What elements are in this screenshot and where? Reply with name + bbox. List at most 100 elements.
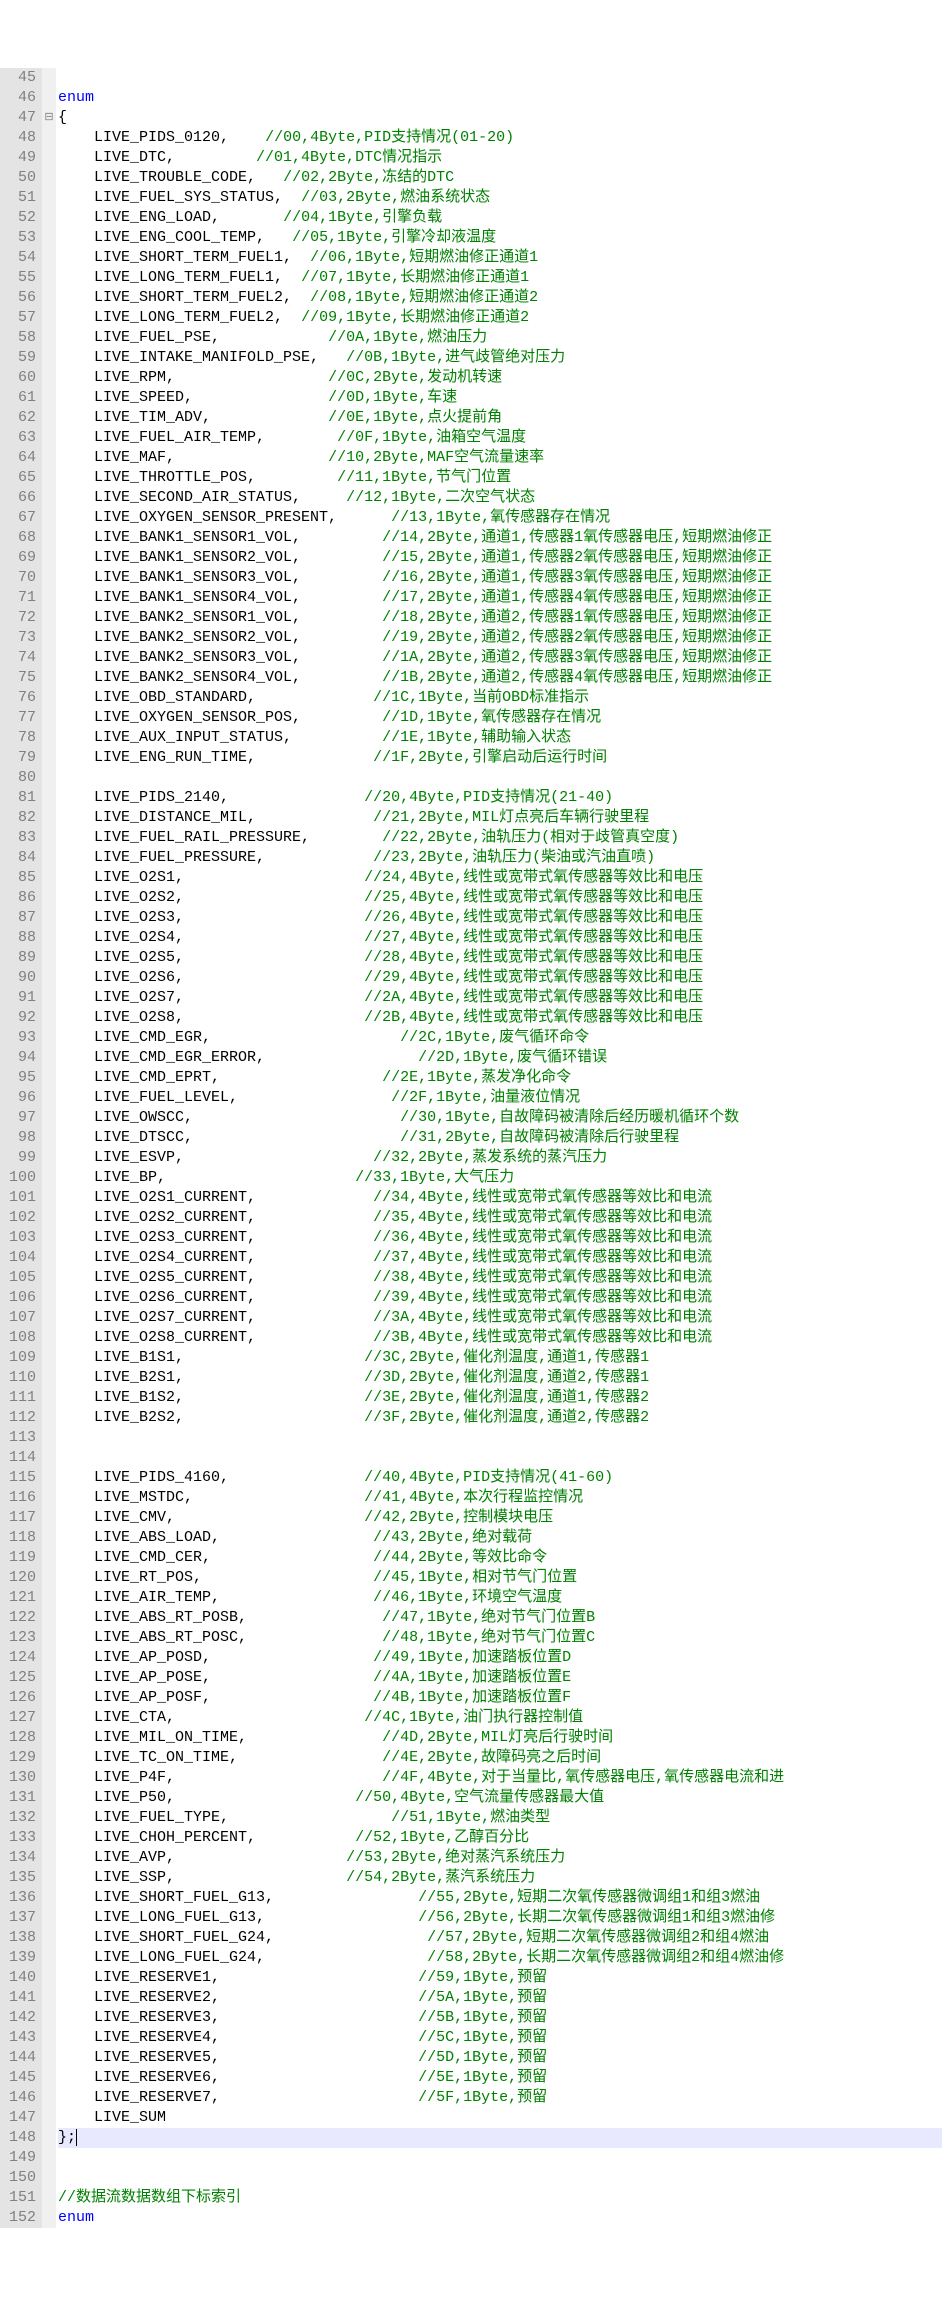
code-line[interactable]: LIVE_FUEL_PSE, //0A,1Byte,燃油压力	[58, 328, 942, 348]
code-line[interactable]: LIVE_MIL_ON_TIME, //4D,2Byte,MIL灯亮后行驶时间	[58, 1728, 942, 1748]
code-line[interactable]: LIVE_DTC, //01,4Byte,DTC情况指示	[58, 148, 942, 168]
code-line[interactable]: LIVE_BANK1_SENSOR3_VOL, //16,2Byte,通道1,传…	[58, 568, 942, 588]
code-line[interactable]: {	[58, 108, 942, 128]
code-line[interactable]: LIVE_FUEL_LEVEL, //2F,1Byte,油量液位情况	[58, 1088, 942, 1108]
code-line[interactable]	[58, 1428, 942, 1448]
code-line[interactable]: LIVE_SHORT_FUEL_G24, //57,2Byte,短期二次氧传感器…	[58, 1928, 942, 1948]
code-line[interactable]: LIVE_CMD_EPRT, //2E,1Byte,蒸发净化命令	[58, 1068, 942, 1088]
code-line[interactable]: LIVE_CMD_EGR_ERROR, //2D,1Byte,废气循环错误	[58, 1048, 942, 1068]
code-line[interactable]: LIVE_TC_ON_TIME, //4E,2Byte,故障码亮之后时间	[58, 1748, 942, 1768]
code-line[interactable]: LIVE_RESERVE2, //5A,1Byte,预留	[58, 1988, 942, 2008]
code-line[interactable]: LIVE_AUX_INPUT_STATUS, //1E,1Byte,辅助输入状态	[58, 728, 942, 748]
code-line[interactable]	[58, 2168, 942, 2188]
code-line[interactable]: LIVE_O2S8_CURRENT, //3B,4Byte,线性或宽带式氧传感器…	[58, 1328, 942, 1348]
code-line[interactable]: LIVE_PIDS_2140, //20,4Byte,PID支持情况(21-40…	[58, 788, 942, 808]
code-line[interactable]: LIVE_OWSCC, //30,1Byte,自故障码被清除后经历暖机循环个数	[58, 1108, 942, 1128]
code-line[interactable]: LIVE_B1S2, //3E,2Byte,催化剂温度,通道1,传感器2	[58, 1388, 942, 1408]
code-line[interactable]: LIVE_OBD_STANDARD, //1C,1Byte,当前OBD标准指示	[58, 688, 942, 708]
code-line[interactable]: LIVE_PIDS_4160, //40,4Byte,PID支持情况(41-60…	[58, 1468, 942, 1488]
code-line[interactable]: LIVE_B2S2, //3F,2Byte,催化剂温度,通道2,传感器2	[58, 1408, 942, 1428]
code-line[interactable]: LIVE_B1S1, //3C,2Byte,催化剂温度,通道1,传感器1	[58, 1348, 942, 1368]
code-line[interactable]: LIVE_SECOND_AIR_STATUS, //12,1Byte,二次空气状…	[58, 488, 942, 508]
code-line[interactable]: LIVE_O2S6, //29,4Byte,线性或宽带式氧传感器等效比和电压	[58, 968, 942, 988]
code-line[interactable]: LIVE_O2S7, //2A,4Byte,线性或宽带式氧传感器等效比和电压	[58, 988, 942, 1008]
code-line[interactable]: LIVE_O2S4_CURRENT, //37,4Byte,线性或宽带式氧传感器…	[58, 1248, 942, 1268]
code-line[interactable]: LIVE_RESERVE4, //5C,1Byte,预留	[58, 2028, 942, 2048]
code-line[interactable]: LIVE_SHORT_TERM_FUEL2, //08,1Byte,短期燃油修正…	[58, 288, 942, 308]
code-line[interactable]: LIVE_SPEED, //0D,1Byte,车速	[58, 388, 942, 408]
code-line[interactable]: LIVE_CHOH_PERCENT, //52,1Byte,乙醇百分比	[58, 1828, 942, 1848]
code-line[interactable]: LIVE_SSP, //54,2Byte,蒸汽系统压力	[58, 1868, 942, 1888]
code-line[interactable]: LIVE_LONG_FUEL_G13, //56,2Byte,长期二次氧传感器微…	[58, 1908, 942, 1928]
code-line[interactable]: LIVE_AIR_TEMP, //46,1Byte,环境空气温度	[58, 1588, 942, 1608]
code-line[interactable]: LIVE_AP_POSF, //4B,1Byte,加速踏板位置F	[58, 1688, 942, 1708]
code-line[interactable]: LIVE_O2S4, //27,4Byte,线性或宽带式氧传感器等效比和电压	[58, 928, 942, 948]
code-line[interactable]: LIVE_TROUBLE_CODE, //02,2Byte,冻结的DTC	[58, 168, 942, 188]
code-line[interactable]: LIVE_O2S8, //2B,4Byte,线性或宽带式氧传感器等效比和电压	[58, 1008, 942, 1028]
code-line[interactable]: LIVE_BANK2_SENSOR1_VOL, //18,2Byte,通道2,传…	[58, 608, 942, 628]
code-line[interactable]: LIVE_TIM_ADV, //0E,1Byte,点火提前角	[58, 408, 942, 428]
code-line[interactable]: LIVE_O2S2_CURRENT, //35,4Byte,线性或宽带式氧传感器…	[58, 1208, 942, 1228]
code-line[interactable]: LIVE_P50, //50,4Byte,空气流量传感器最大值	[58, 1788, 942, 1808]
code-line[interactable]: LIVE_AP_POSE, //4A,1Byte,加速踏板位置E	[58, 1668, 942, 1688]
code-line[interactable]: LIVE_SHORT_FUEL_G13, //55,2Byte,短期二次氧传感器…	[58, 1888, 942, 1908]
code-line[interactable]: LIVE_AVP, //53,2Byte,绝对蒸汽系统压力	[58, 1848, 942, 1868]
code-line[interactable]: LIVE_FUEL_SYS_STATUS, //03,2Byte,燃油系统状态	[58, 188, 942, 208]
code-line[interactable]: LIVE_O2S5, //28,4Byte,线性或宽带式氧传感器等效比和电压	[58, 948, 942, 968]
code-editor[interactable]: 4546474849505152535455565758596061626364…	[0, 68, 942, 2228]
code-line[interactable]: enum	[58, 88, 942, 108]
code-line[interactable]: LIVE_FUEL_TYPE, //51,1Byte,燃油类型	[58, 1808, 942, 1828]
code-line[interactable]: LIVE_INTAKE_MANIFOLD_PSE, //0B,1Byte,进气歧…	[58, 348, 942, 368]
code-line[interactable]: LIVE_ENG_COOL_TEMP, //05,1Byte,引擎冷却液温度	[58, 228, 942, 248]
code-line[interactable]: LIVE_ENG_RUN_TIME, //1F,2Byte,引擎启动后运行时间	[58, 748, 942, 768]
code-line[interactable]: enum	[58, 2208, 942, 2228]
code-line[interactable]: LIVE_DTSCC, //31,2Byte,自故障码被清除后行驶里程	[58, 1128, 942, 1148]
code-line[interactable]: LIVE_RT_POS, //45,1Byte,相对节气门位置	[58, 1568, 942, 1588]
code-line[interactable]: LIVE_P4F, //4F,4Byte,对于当量比,氧传感器电压,氧传感器电流…	[58, 1768, 942, 1788]
code-line[interactable]: LIVE_ABS_RT_POSB, //47,1Byte,绝对节气门位置B	[58, 1608, 942, 1628]
code-line[interactable]: LIVE_BANK1_SENSOR1_VOL, //14,2Byte,通道1,传…	[58, 528, 942, 548]
code-line[interactable]: LIVE_FUEL_PRESSURE, //23,2Byte,油轨压力(柴油或汽…	[58, 848, 942, 868]
code-line[interactable]: LIVE_CMV, //42,2Byte,控制模块电压	[58, 1508, 942, 1528]
code-line[interactable]: LIVE_ENG_LOAD, //04,1Byte,引擎负载	[58, 208, 942, 228]
code-line[interactable]: LIVE_SUM	[58, 2108, 942, 2128]
code-line[interactable]: LIVE_O2S1, //24,4Byte,线性或宽带式氧传感器等效比和电压	[58, 868, 942, 888]
code-line[interactable]: LIVE_LONG_TERM_FUEL1, //07,1Byte,长期燃油修正通…	[58, 268, 942, 288]
code-line[interactable]: LIVE_LONG_TERM_FUEL2, //09,1Byte,长期燃油修正通…	[58, 308, 942, 328]
code-line[interactable]: LIVE_SHORT_TERM_FUEL1, //06,1Byte,短期燃油修正…	[58, 248, 942, 268]
code-line[interactable]: LIVE_BANK2_SENSOR4_VOL, //1B,2Byte,通道2,传…	[58, 668, 942, 688]
code-line[interactable]: LIVE_ABS_RT_POSC, //48,1Byte,绝对节气门位置C	[58, 1628, 942, 1648]
code-line[interactable]: LIVE_RESERVE6, //5E,1Byte,预留	[58, 2068, 942, 2088]
code-line[interactable]: LIVE_BP, //33,1Byte,大气压力	[58, 1168, 942, 1188]
code-line[interactable]: LIVE_BANK1_SENSOR4_VOL, //17,2Byte,通道1,传…	[58, 588, 942, 608]
code-line[interactable]: LIVE_RESERVE7, //5F,1Byte,预留	[58, 2088, 942, 2108]
code-line[interactable]: LIVE_BANK1_SENSOR2_VOL, //15,2Byte,通道1,传…	[58, 548, 942, 568]
code-line[interactable]: LIVE_CTA, //4C,1Byte,油门执行器控制值	[58, 1708, 942, 1728]
code-line[interactable]: LIVE_BANK2_SENSOR2_VOL, //19,2Byte,通道2,传…	[58, 628, 942, 648]
code-line[interactable]: LIVE_ESVP, //32,2Byte,蒸发系统的蒸汽压力	[58, 1148, 942, 1168]
code-line[interactable]: LIVE_FUEL_RAIL_PRESSURE, //22,2Byte,油轨压力…	[58, 828, 942, 848]
code-line[interactable]: LIVE_O2S7_CURRENT, //3A,4Byte,线性或宽带式氧传感器…	[58, 1308, 942, 1328]
code-line[interactable]: LIVE_FUEL_AIR_TEMP, //0F,1Byte,油箱空气温度	[58, 428, 942, 448]
code-line[interactable]: LIVE_O2S6_CURRENT, //39,4Byte,线性或宽带式氧传感器…	[58, 1288, 942, 1308]
code-line[interactable]: LIVE_MSTDC, //41,4Byte,本次行程监控情况	[58, 1488, 942, 1508]
code-line[interactable]: LIVE_O2S2, //25,4Byte,线性或宽带式氧传感器等效比和电压	[58, 888, 942, 908]
code-line[interactable]: LIVE_THROTTLE_POS, //11,1Byte,节气门位置	[58, 468, 942, 488]
code-line[interactable]: LIVE_DISTANCE_MIL, //21,2Byte,MIL灯点亮后车辆行…	[58, 808, 942, 828]
fold-column[interactable]: ⊟	[42, 68, 56, 2228]
code-line[interactable]	[58, 2148, 942, 2168]
fold-marker[interactable]: ⊟	[42, 108, 56, 128]
code-line[interactable]	[58, 68, 942, 88]
code-line[interactable]: LIVE_LONG_FUEL_G24, //58,2Byte,长期二次氧传感器微…	[58, 1948, 942, 1968]
code-line[interactable]: LIVE_MAF, //10,2Byte,MAF空气流量速率	[58, 448, 942, 468]
code-line[interactable]: LIVE_BANK2_SENSOR3_VOL, //1A,2Byte,通道2,传…	[58, 648, 942, 668]
code-line[interactable]: LIVE_RESERVE5, //5D,1Byte,预留	[58, 2048, 942, 2068]
code-area[interactable]: enum{ LIVE_PIDS_0120, //00,4Byte,PID支持情况…	[56, 68, 942, 2228]
code-line[interactable]: LIVE_RPM, //0C,2Byte,发动机转速	[58, 368, 942, 388]
code-line[interactable]: LIVE_O2S1_CURRENT, //34,4Byte,线性或宽带式氧传感器…	[58, 1188, 942, 1208]
code-line[interactable]: LIVE_RESERVE3, //5B,1Byte,预留	[58, 2008, 942, 2028]
code-line[interactable]: LIVE_O2S5_CURRENT, //38,4Byte,线性或宽带式氧传感器…	[58, 1268, 942, 1288]
code-line[interactable]: LIVE_OXYGEN_SENSOR_POS, //1D,1Byte,氧传感器存…	[58, 708, 942, 728]
code-line[interactable]: LIVE_RESERVE1, //59,1Byte,预留	[58, 1968, 942, 1988]
code-line[interactable]: LIVE_CMD_EGR, //2C,1Byte,废气循环命令	[58, 1028, 942, 1048]
